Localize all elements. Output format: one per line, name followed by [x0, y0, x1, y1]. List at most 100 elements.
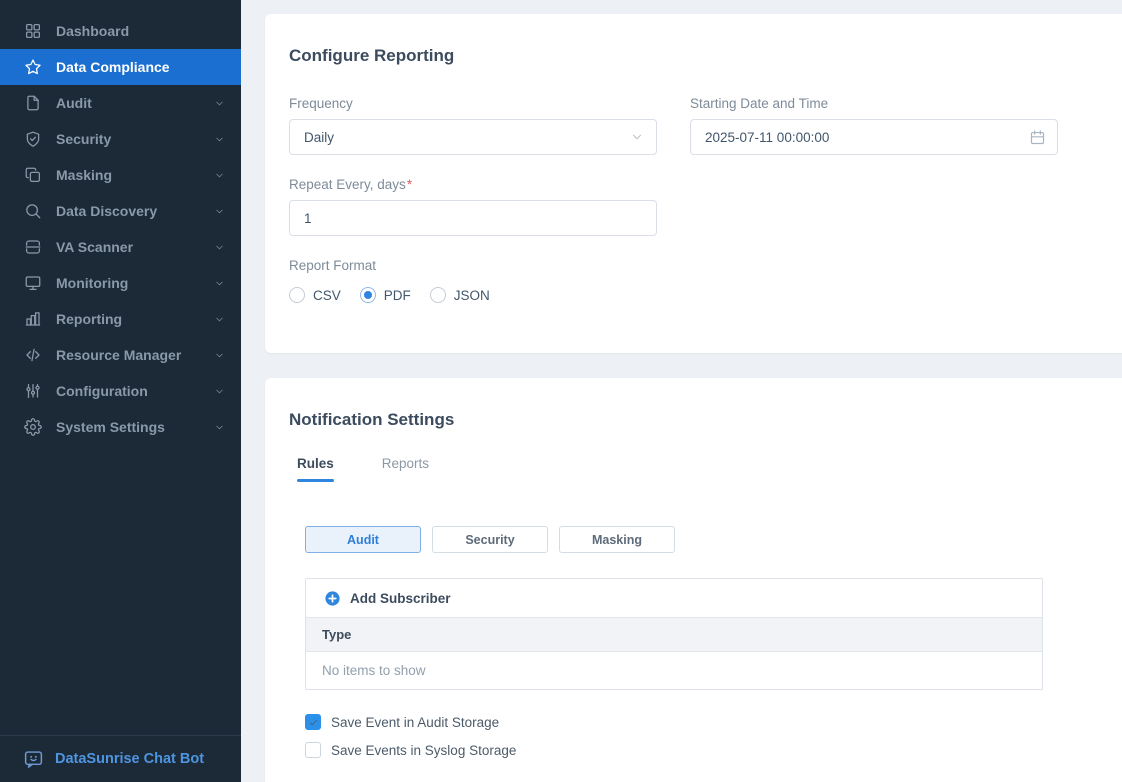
- report-format-option-json[interactable]: JSON: [430, 287, 490, 303]
- main-content: Configure Reporting Frequency Daily Star…: [241, 0, 1122, 782]
- radio-label: JSON: [454, 288, 490, 303]
- configure-reporting-title: Configure Reporting: [289, 14, 1122, 68]
- checkbox-row-save-events-in-syslog-storage[interactable]: Save Events in Syslog Storage: [305, 742, 1122, 758]
- checkbox-label: Save Events in Syslog Storage: [331, 743, 516, 758]
- frequency-field: Frequency Daily: [289, 96, 657, 155]
- repeat-every-label: Repeat Every, days: [289, 177, 406, 192]
- checkbox-row-save-event-in-audit-storage[interactable]: Save Event in Audit Storage: [305, 714, 1122, 730]
- sidebar-item-security[interactable]: Security: [0, 121, 241, 157]
- subscribers-panel: Add Subscriber Type No items to show: [305, 578, 1043, 690]
- repeat-every-input[interactable]: [289, 200, 657, 236]
- sidebar-item-system-settings[interactable]: System Settings: [0, 409, 241, 445]
- masking-icon: [24, 166, 42, 184]
- notification-tabs: Rules Reports: [297, 456, 1122, 482]
- column-header-type: Type: [322, 627, 351, 642]
- sidebar-item-label: VA Scanner: [56, 239, 133, 255]
- radio-label: PDF: [384, 288, 411, 303]
- radio-selected[interactable]: [360, 287, 376, 303]
- rule-type-button-security[interactable]: Security: [432, 526, 548, 553]
- reporting-form-row: Frequency Daily Starting Date and Time: [289, 96, 1122, 155]
- report-format-radios: CSV PDF JSON: [289, 287, 657, 303]
- notification-settings-card: Notification Settings Rules Reports Audit…: [265, 378, 1122, 782]
- starting-datetime-input[interactable]: [690, 119, 1058, 155]
- storage-checkboxes: Save Event in Audit Storage Save Events i…: [305, 714, 1122, 758]
- radio-unselected[interactable]: [289, 287, 305, 303]
- sidebar-item-masking[interactable]: Masking: [0, 157, 241, 193]
- report-format-label: Report Format: [289, 258, 657, 274]
- frequency-value: Daily: [304, 130, 334, 145]
- sidebar-item-label: Monitoring: [56, 275, 128, 291]
- sidebar-item-label: Reporting: [56, 311, 122, 327]
- chevron-down-icon: [214, 206, 225, 217]
- frequency-select[interactable]: Daily: [289, 119, 657, 155]
- chevron-down-icon: [214, 350, 225, 361]
- sidebar-item-label: Resource Manager: [56, 347, 181, 363]
- tab-reports[interactable]: Reports: [382, 456, 429, 482]
- sidebar-nav: Dashboard Data Compliance Audit Security Mas…: [0, 0, 241, 735]
- plus-circle-icon: [324, 590, 341, 607]
- sidebar-item-monitoring[interactable]: Monitoring: [0, 265, 241, 301]
- report-format-option-pdf[interactable]: PDF: [360, 287, 411, 303]
- sidebar-item-configuration[interactable]: Configuration: [0, 373, 241, 409]
- chevron-down-icon: [214, 314, 225, 325]
- radio-label: CSV: [313, 288, 341, 303]
- chevron-down-icon: [214, 386, 225, 397]
- notification-settings-title: Notification Settings: [289, 378, 1122, 432]
- checkbox-unchecked[interactable]: [305, 742, 321, 758]
- sidebar-item-audit[interactable]: Audit: [0, 85, 241, 121]
- file-icon: [24, 94, 42, 112]
- chat-bot-link[interactable]: DataSunrise Chat Bot: [0, 735, 241, 782]
- chevron-down-icon: [630, 130, 644, 144]
- gear-icon: [24, 418, 42, 436]
- sidebar-item-label: Data Discovery: [56, 203, 157, 219]
- subscribers-table-header: Type: [306, 617, 1042, 652]
- sidebar: Dashboard Data Compliance Audit Security Mas…: [0, 0, 241, 782]
- monitor-icon: [24, 274, 42, 292]
- sidebar-item-data-discovery[interactable]: Data Discovery: [0, 193, 241, 229]
- rules-tab-content: Audit Security Masking Add Subscriber Type…: [305, 526, 1122, 758]
- chevron-down-icon: [214, 134, 225, 145]
- sidebar-item-label: Dashboard: [56, 23, 129, 39]
- chevron-down-icon: [214, 422, 225, 433]
- search-icon: [24, 202, 42, 220]
- tab-rules[interactable]: Rules: [297, 456, 334, 482]
- shield-check-icon: [24, 130, 42, 148]
- add-subscriber-button[interactable]: Add Subscriber: [306, 579, 1042, 617]
- sidebar-item-label: System Settings: [56, 419, 165, 435]
- sidebar-item-va-scanner[interactable]: VA Scanner: [0, 229, 241, 265]
- configure-reporting-card: Configure Reporting Frequency Daily Star…: [265, 14, 1122, 353]
- frequency-label: Frequency: [289, 96, 657, 112]
- rule-type-button-masking[interactable]: Masking: [559, 526, 675, 553]
- sidebar-item-reporting[interactable]: Reporting: [0, 301, 241, 337]
- bar-chart-icon: [24, 310, 42, 328]
- sidebar-item-resource-manager[interactable]: Resource Manager: [0, 337, 241, 373]
- chat-bot-label: DataSunrise Chat Bot: [55, 751, 204, 767]
- sidebar-item-label: Data Compliance: [56, 59, 170, 75]
- radio-unselected[interactable]: [430, 287, 446, 303]
- sidebar-item-label: Security: [56, 131, 111, 147]
- starting-datetime-label: Starting Date and Time: [690, 96, 1058, 112]
- chevron-down-icon: [214, 278, 225, 289]
- sidebar-item-label: Audit: [56, 95, 92, 111]
- code-icon: [24, 346, 42, 364]
- rule-type-button-audit[interactable]: Audit: [305, 526, 421, 553]
- add-subscriber-label: Add Subscriber: [350, 591, 451, 606]
- sidebar-item-data-compliance[interactable]: Data Compliance: [0, 49, 241, 85]
- chat-bot-icon: [23, 749, 44, 770]
- sidebar-item-dashboard[interactable]: Dashboard: [0, 13, 241, 49]
- chevron-down-icon: [214, 98, 225, 109]
- rule-type-buttons: Audit Security Masking: [305, 526, 1122, 553]
- starting-datetime-field: Starting Date and Time: [690, 96, 1058, 155]
- star-icon: [24, 58, 42, 76]
- dashboard-icon: [24, 22, 42, 40]
- chevron-down-icon: [214, 242, 225, 253]
- repeat-every-field: Repeat Every, days*: [289, 177, 657, 236]
- scanner-icon: [24, 238, 42, 256]
- check-icon: [308, 717, 319, 728]
- chevron-down-icon: [214, 170, 225, 181]
- checkbox-label: Save Event in Audit Storage: [331, 715, 499, 730]
- sidebar-item-label: Configuration: [56, 383, 148, 399]
- report-format-option-csv[interactable]: CSV: [289, 287, 341, 303]
- checkbox-checked[interactable]: [305, 714, 321, 730]
- subscribers-empty-text: No items to show: [306, 652, 1042, 689]
